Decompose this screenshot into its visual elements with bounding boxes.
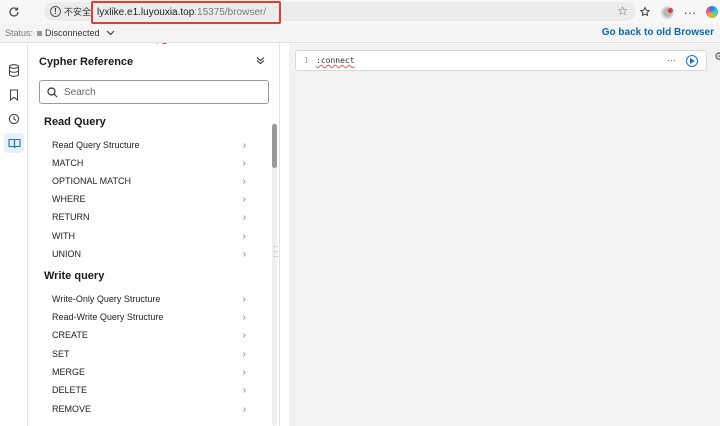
ref-item-return[interactable]: RETURN › <box>52 209 246 225</box>
history-icon[interactable] <box>4 109 24 129</box>
ref-item-where[interactable]: WHERE › <box>52 191 246 207</box>
cypher-reference-panel: Cypher Reference Read Query Read Query S… <box>28 44 280 426</box>
warning-icon: ! <box>50 6 61 17</box>
icon-rail <box>0 44 28 426</box>
url-host: lyxlike.e1.luyouxia.top <box>97 7 195 18</box>
reload-icon[interactable] <box>4 2 24 22</box>
chevron-right-icon: › <box>242 248 246 260</box>
status-bar: Status: Disconnected Go back to old Brow… <box>0 24 720 43</box>
ref-item-remove[interactable]: REMOVE › <box>52 401 246 417</box>
browser-toolbar: ! 不安全 lyxlike.e1.luyouxia.top:15375/brow… <box>0 0 720 24</box>
ref-item-merge[interactable]: MERGE › <box>52 364 246 380</box>
old-browser-link[interactable]: Go back to old Browser <box>602 27 714 38</box>
chevron-right-icon: › <box>242 384 246 396</box>
panel-title: Cypher Reference <box>39 56 134 68</box>
address-bar[interactable]: ! 不安全 lyxlike.e1.luyouxia.top:15375/brow… <box>44 1 636 24</box>
chevron-right-icon: › <box>242 293 246 305</box>
chevron-right-icon: › <box>242 311 246 323</box>
search-input[interactable] <box>64 86 254 98</box>
editor-command[interactable]: :connect <box>316 56 355 65</box>
ref-item-match[interactable]: MATCH › <box>52 155 246 171</box>
run-query-icon[interactable] <box>686 55 698 67</box>
ref-item-read-write-query-structure[interactable]: Read-Write Query Structure › <box>52 309 246 325</box>
ref-item-create[interactable]: CREATE › <box>52 327 246 343</box>
status-label: Status: <box>5 28 34 38</box>
section-read-query: Read Query <box>44 116 106 128</box>
line-number: 1 <box>304 56 309 65</box>
favorites-icon[interactable] <box>635 2 655 22</box>
query-editor[interactable]: 1 :connect ··· <box>295 50 707 71</box>
more-icon[interactable]: ··· <box>680 2 700 22</box>
ref-item-write-only-query-structure[interactable]: Write-Only Query Structure › <box>52 291 246 307</box>
scrollbar-thumb[interactable] <box>272 124 277 168</box>
resize-handle-icon[interactable]: · · · · · · <box>273 243 278 261</box>
ref-item-read-query-structure[interactable]: Read Query Structure › <box>52 137 246 153</box>
search-icon <box>47 86 58 97</box>
book-icon[interactable] <box>4 133 24 153</box>
bookmark-icon[interactable] <box>4 85 24 105</box>
chevron-right-icon: › <box>242 329 246 341</box>
url-text[interactable]: lyxlike.e1.luyouxia.top:15375/browser/ <box>91 1 281 24</box>
security-label: 不安全 <box>64 7 92 17</box>
star-icon[interactable]: ☆ <box>617 4 628 18</box>
chevron-right-icon: › <box>242 403 246 415</box>
copilot-icon[interactable] <box>706 6 718 18</box>
chevron-right-icon: › <box>242 193 246 205</box>
status-square-icon <box>37 30 43 36</box>
ref-item-with[interactable]: WITH › <box>52 228 246 244</box>
chevron-right-icon: › <box>242 157 246 169</box>
ref-item-optional-match[interactable]: OPTIONAL MATCH › <box>52 173 246 189</box>
profile-icon[interactable] <box>661 5 674 19</box>
chevron-right-icon: › <box>242 175 246 187</box>
chevron-right-icon: › <box>242 366 246 378</box>
chevron-right-icon: › <box>242 139 246 151</box>
security-indicator[interactable]: ! 不安全 <box>50 5 91 18</box>
url-path: :15375/browser/ <box>194 7 266 18</box>
section-write-query: Write query <box>44 270 105 282</box>
chevron-right-icon: › <box>242 211 246 223</box>
status-value: Disconnected <box>37 28 100 38</box>
chevron-down-icon[interactable] <box>106 29 115 38</box>
collapse-icon[interactable] <box>256 56 265 68</box>
gear-icon[interactable]: ⚙ <box>714 50 720 63</box>
search-field[interactable] <box>39 80 269 104</box>
main-stream-area: 1 :connect ··· ⚙ <box>289 44 720 426</box>
database-icon[interactable] <box>4 60 24 80</box>
chevron-right-icon: › <box>242 348 246 360</box>
status-text: Disconnected <box>45 28 100 38</box>
ref-item-delete[interactable]: DELETE › <box>52 382 246 398</box>
chevron-right-icon: › <box>242 230 246 242</box>
ref-item-set[interactable]: SET › <box>52 346 246 362</box>
editor-more-icon[interactable]: ··· <box>667 55 676 65</box>
ref-item-union[interactable]: UNION › <box>52 246 246 262</box>
